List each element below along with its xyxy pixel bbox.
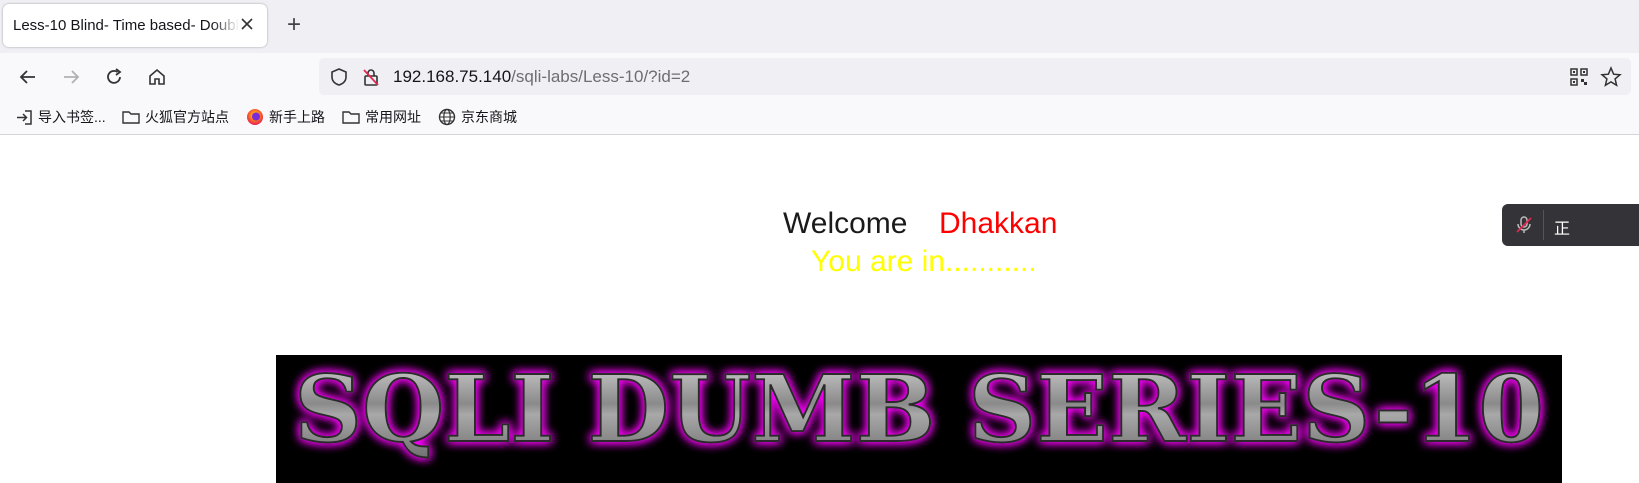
divider: [1543, 210, 1544, 240]
shield-icon[interactable]: [329, 67, 349, 92]
page-content: Welcome Dhakkan You are in........... 正: [0, 135, 1639, 483]
bookmark-star-icon[interactable]: [1600, 66, 1622, 93]
home-button[interactable]: [143, 63, 171, 91]
microphone-muted-icon[interactable]: [1514, 215, 1534, 240]
bookmark-firefox-official[interactable]: 火狐官方站点: [122, 106, 229, 128]
arrow-right-icon: [64, 70, 80, 84]
bookmark-label: 京东商城: [461, 109, 517, 125]
firefox-icon: [247, 109, 263, 125]
qr-code-icon[interactable]: [1569, 67, 1589, 92]
bookmark-import[interactable]: 导入书签...: [16, 106, 106, 128]
status-message: You are in...........: [811, 245, 1037, 278]
forward-button[interactable]: [57, 63, 85, 91]
import-icon: [17, 109, 32, 125]
address-bar[interactable]: 192.168.75.140/sqli-labs/Less-10/?id=2: [319, 58, 1631, 95]
reload-icon: [107, 68, 122, 84]
bookmark-common-sites[interactable]: 常用网址: [342, 106, 421, 128]
banner-graphic: SQLI DUMB SERIES-10: [293, 355, 1545, 464]
bookmark-label: 火狐官方站点: [145, 109, 229, 125]
bookmark-label: 导入书签...: [38, 109, 106, 125]
bookmark-label: 新手上路: [269, 109, 325, 125]
navigation-toolbar: 192.168.75.140/sqli-labs/Less-10/?id=2: [0, 53, 1639, 100]
bookmarks-toolbar: 导入书签... 火狐官方站点 新手上路 常用网址 京东商城: [0, 100, 1639, 135]
home-icon: [149, 68, 165, 85]
arrow-left-icon: [19, 70, 35, 84]
close-icon[interactable]: [237, 15, 257, 35]
folder-icon: [122, 111, 140, 124]
tab-title: Less-10 Blind- Time based- Double Quotes: [13, 17, 239, 34]
bookmark-jd-mall[interactable]: 京东商城: [438, 106, 517, 128]
banner-title: SQLI DUMB SERIES-10: [294, 355, 1544, 463]
bookmark-label: 常用网址: [365, 109, 421, 125]
folder-icon: [342, 111, 360, 124]
bookmark-getting-started[interactable]: 新手上路: [246, 106, 325, 128]
welcome-text: Welcome: [783, 207, 908, 240]
toast-text: 正: [1554, 221, 1571, 238]
url-text: 192.168.75.140/sqli-labs/Less-10/?id=2: [393, 67, 690, 87]
url-host: 192.168.75.140: [393, 67, 512, 86]
globe-icon: [438, 108, 456, 126]
active-tab[interactable]: Less-10 Blind- Time based- Double Quotes: [3, 4, 267, 47]
user-name-text: Dhakkan: [939, 207, 1058, 240]
series-banner: SQLI DUMB SERIES-10: [276, 355, 1562, 483]
back-button[interactable]: [14, 63, 42, 91]
url-path: /sqli-labs/Less-10/?id=2: [511, 67, 691, 86]
recording-indicator[interactable]: 正: [1502, 204, 1639, 246]
reload-button[interactable]: [100, 63, 128, 91]
tab-strip: Less-10 Blind- Time based- Double Quotes…: [0, 0, 1639, 53]
insecure-lock-icon[interactable]: [361, 67, 381, 92]
new-tab-button[interactable]: +: [282, 13, 306, 38]
